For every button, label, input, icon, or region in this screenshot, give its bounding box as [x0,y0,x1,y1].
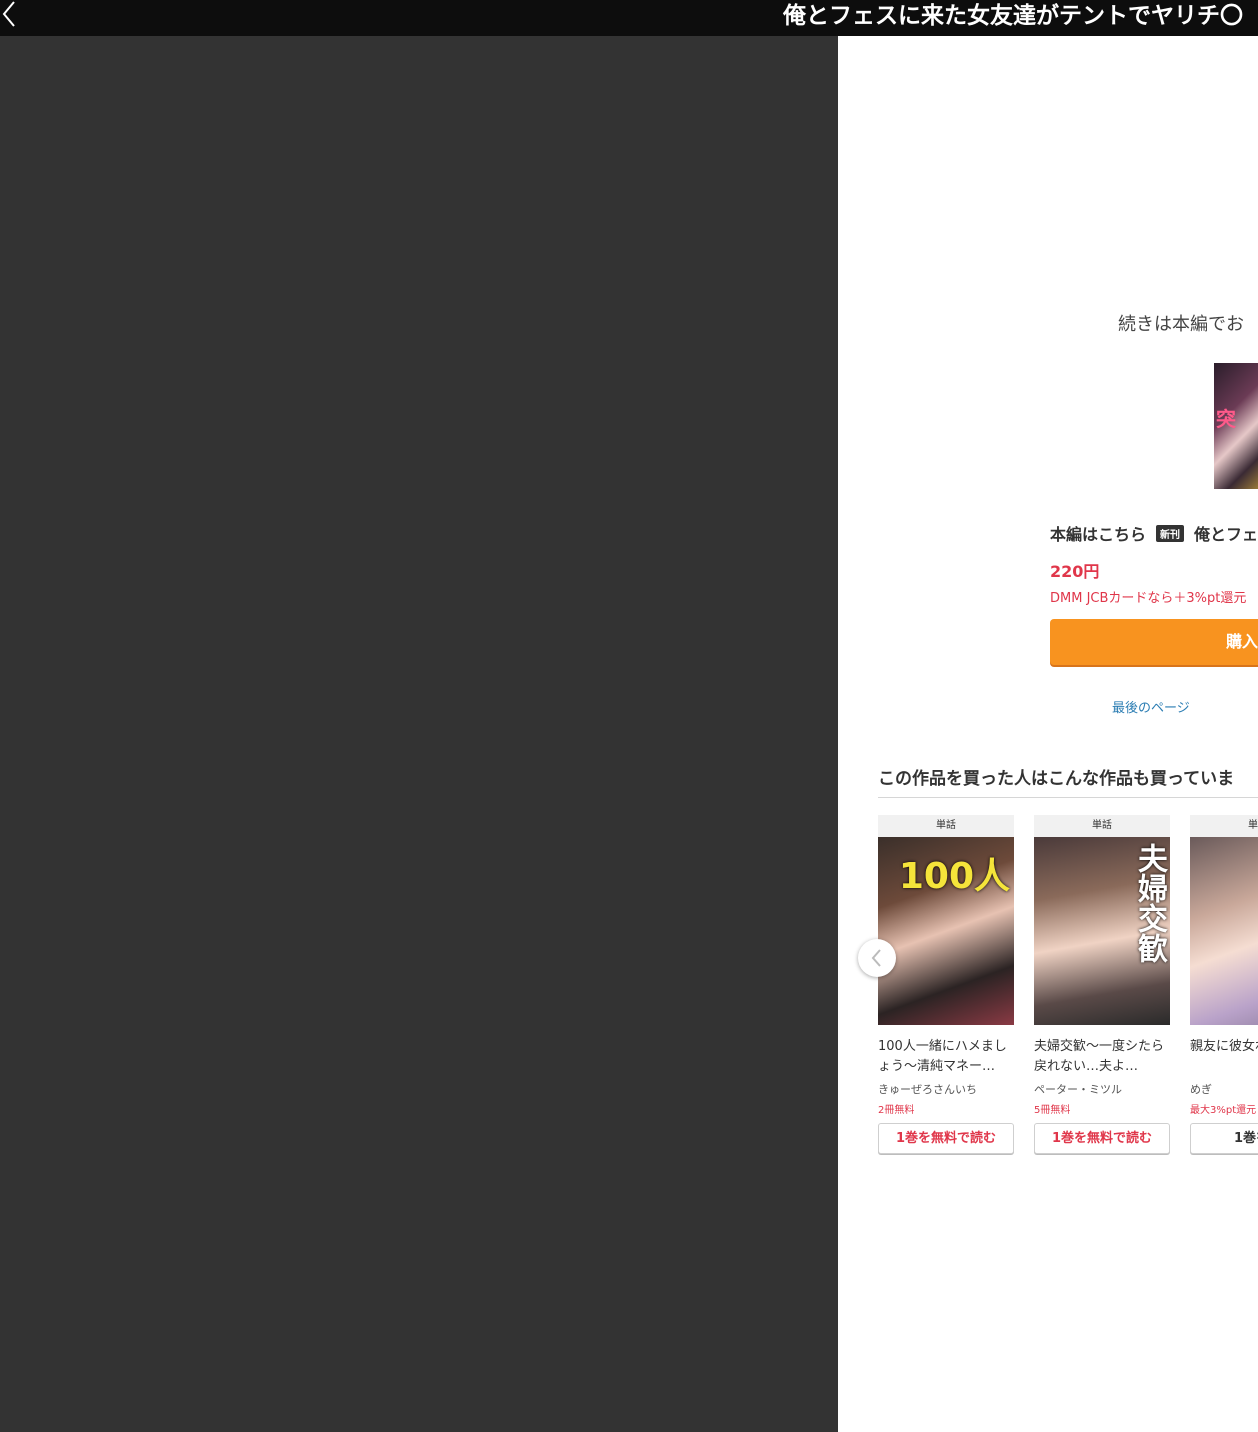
card-cover[interactable]: 夫婦交歓 [1034,837,1170,1025]
buy-button[interactable]: 購入 [1050,619,1258,665]
back-button[interactable] [0,0,36,36]
main-work-cover[interactable]: 突 [1214,363,1258,489]
card-author[interactable]: めぎ [1190,1081,1258,1097]
recommend-card[interactable]: 単話 100人 100人一緒にハメましょう〜清純マネー… きゅーぜろさんいち 2… [878,815,1014,1154]
card-cover[interactable] [1190,837,1258,1025]
price: 220円 [1050,562,1100,581]
card-badge: 単話 [1034,815,1170,837]
card-badge: 単話 [878,815,1014,837]
card-title[interactable]: 100人一緒にハメましょう〜清純マネー… [878,1037,1014,1077]
honpen-title[interactable]: 俺とフェ [1194,521,1258,545]
recommend-card[interactable]: 単話 親友に彼女れた話（単 めぎ 最大3%pt還元 1巻を試 [1190,815,1258,1154]
cover-title-art: 夫婦交歓 [1132,843,1167,963]
chevron-left-icon [2,1,15,27]
honpen-label: 本編はこちら [1050,525,1147,544]
chevron-left-icon [871,949,881,967]
top-bar: 俺とフェスに来た女友達がテントでヤリチ〇 [0,0,1258,36]
cover-title-art: 100人 [898,856,1010,897]
viewer-blank-area[interactable] [0,36,838,1432]
card-free-badge: 2冊無料 [878,1105,915,1116]
read-free-button[interactable]: 1巻を試 [1190,1123,1258,1154]
card-title[interactable]: 親友に彼女れた話（単 [1190,1037,1258,1077]
card-author[interactable]: ペーター・ミツル [1034,1081,1170,1097]
card-free-badge: 最大3%pt還元 [1190,1105,1257,1116]
recommend-card[interactable]: 単話 夫婦交歓 夫婦交歓〜一度シたら戻れない…夫よ… ペーター・ミツル 5冊無料… [1034,815,1170,1154]
recommend-heading: この作品を買った人はこんな作品も買っていま [878,769,1235,789]
card-author[interactable]: きゅーぜろさんいち [878,1081,1014,1097]
buy-button-label: 購入 [1226,632,1258,651]
read-free-button[interactable]: 1巻を無料で読む [878,1123,1014,1154]
continue-text: 続きは本編でお [1118,314,1244,335]
card-free-badge: 5冊無料 [1034,1105,1071,1116]
campaign-text: DMM JCBカードなら＋3%pt還元 [1050,591,1247,606]
card-badge: 単話 [1190,815,1258,837]
read-free-button[interactable]: 1巻を無料で読む [1034,1123,1170,1154]
new-badge: 新刊 [1156,524,1185,542]
cover-art: 突 [1216,407,1236,431]
divider [878,797,1258,798]
card-title[interactable]: 夫婦交歓〜一度シたら戻れない…夫よ… [1034,1037,1170,1077]
honpen-row[interactable]: 本編はこちら 新刊 俺とフェ [1050,522,1258,544]
page-title: 俺とフェスに来た女友達がテントでヤリチ〇 [783,3,1243,29]
end-page: 続きは本編でお 突 本編はこちら 新刊 俺とフェ 220円 DMM JCBカード… [838,36,1258,1432]
card-cover[interactable]: 100人 [878,837,1014,1025]
carousel-prev-button[interactable] [858,939,896,977]
last-page-link[interactable]: 最後のページ [1112,697,1190,716]
